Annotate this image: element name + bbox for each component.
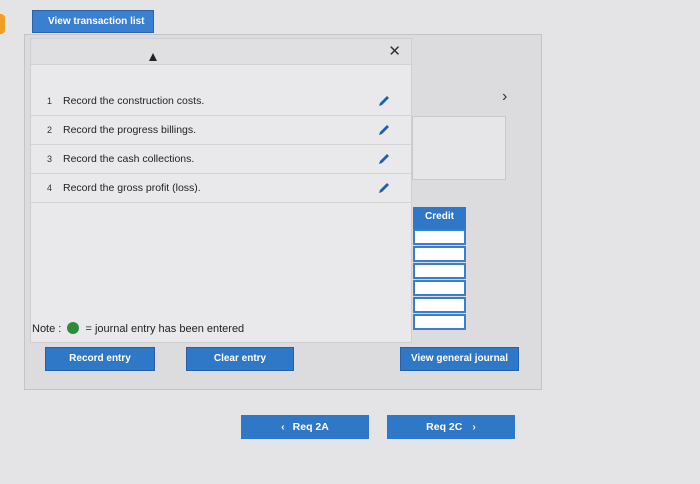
row-number: 3 [47,154,53,164]
row-number: 1 [47,96,53,106]
note-prefix: Note : [32,323,62,335]
next-req-button[interactable]: Req 2C › [387,415,515,439]
entered-indicator-icon [67,322,80,334]
close-icon[interactable]: ✕ [388,42,401,60]
chevron-left-icon: ‹ [281,421,285,433]
view-general-journal-button[interactable]: View general journal [400,347,519,371]
transaction-row[interactable]: 3 Record the cash collections. [31,145,411,174]
view-transaction-list-button[interactable]: View transaction list [32,10,154,33]
row-label: Record the progress billings. [63,124,197,136]
row-number: 2 [47,125,53,135]
pencil-icon[interactable] [377,94,391,108]
prev-req-button[interactable]: ‹ Req 2A [241,415,369,439]
popup-header: ✕ [31,39,411,65]
prev-req-label: Req 2A [292,421,329,433]
credit-input[interactable] [413,246,466,262]
transaction-row[interactable]: 2 Record the progress billings. [31,116,411,145]
pencil-icon[interactable] [377,152,391,166]
clear-entry-button[interactable]: Clear entry [186,347,294,371]
credit-input[interactable] [413,263,466,279]
entry-area-box [412,116,506,180]
pencil-icon[interactable] [377,181,391,195]
row-label: Record the construction costs. [63,95,205,107]
credit-column-header: Credit [413,207,466,229]
row-label: Record the cash collections. [63,153,195,165]
credit-input[interactable] [413,280,466,296]
note-legend: Note : = journal entry has been entered [32,322,244,335]
note-text: = journal entry has been entered [85,323,245,335]
row-label: Record the gross profit (loss). [63,182,201,194]
pencil-icon[interactable] [377,123,391,137]
next-req-label: Req 2C [426,421,463,433]
credit-input[interactable] [413,229,466,245]
record-entry-button[interactable]: Record entry [45,347,155,371]
transaction-row[interactable]: 1 Record the construction costs. [31,87,411,116]
transaction-row[interactable]: 4 Record the gross profit (loss). [31,174,411,203]
chevron-right-icon: › [472,421,476,433]
credit-input[interactable] [413,314,466,330]
chevron-right-icon[interactable]: › [502,88,507,106]
transaction-list-popup: ✕ 1 Record the construction costs. 2 Rec… [30,38,412,343]
credit-input[interactable] [413,297,466,313]
row-number: 4 [47,183,53,193]
side-marker [0,14,5,34]
mouse-cursor-icon [149,53,157,61]
